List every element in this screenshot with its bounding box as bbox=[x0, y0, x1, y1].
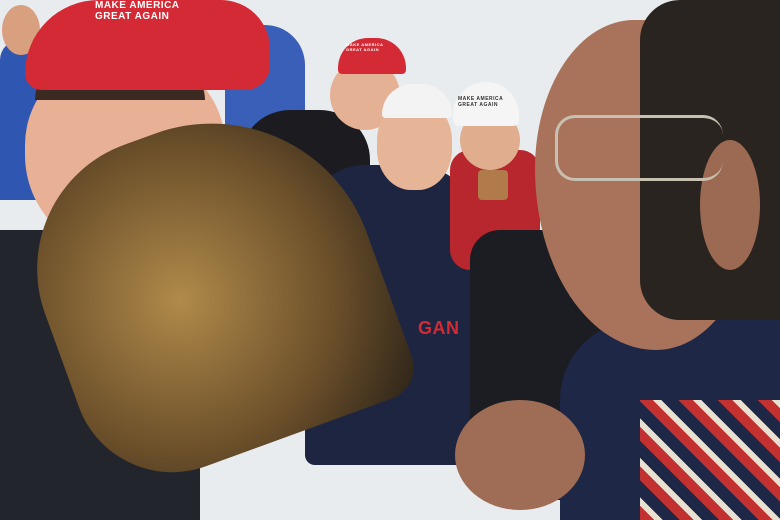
white-cap-text: MAKE AMERICA GREAT AGAIN bbox=[458, 96, 504, 108]
photo-scene: MAKE AMERICA GREAT AGAIN GAN MAKE AMERIC… bbox=[0, 0, 780, 520]
sweatshirt-text: GAN bbox=[418, 318, 460, 338]
red-cap-back-text: MAKE AMERICA GREAT AGAIN bbox=[346, 42, 384, 52]
elder-hand bbox=[455, 400, 585, 510]
elder-jacket-pattern bbox=[640, 400, 780, 520]
eyeglasses bbox=[555, 115, 723, 181]
red-cap-text: MAKE AMERICA GREAT AGAIN bbox=[95, 0, 180, 22]
phone bbox=[478, 170, 508, 200]
